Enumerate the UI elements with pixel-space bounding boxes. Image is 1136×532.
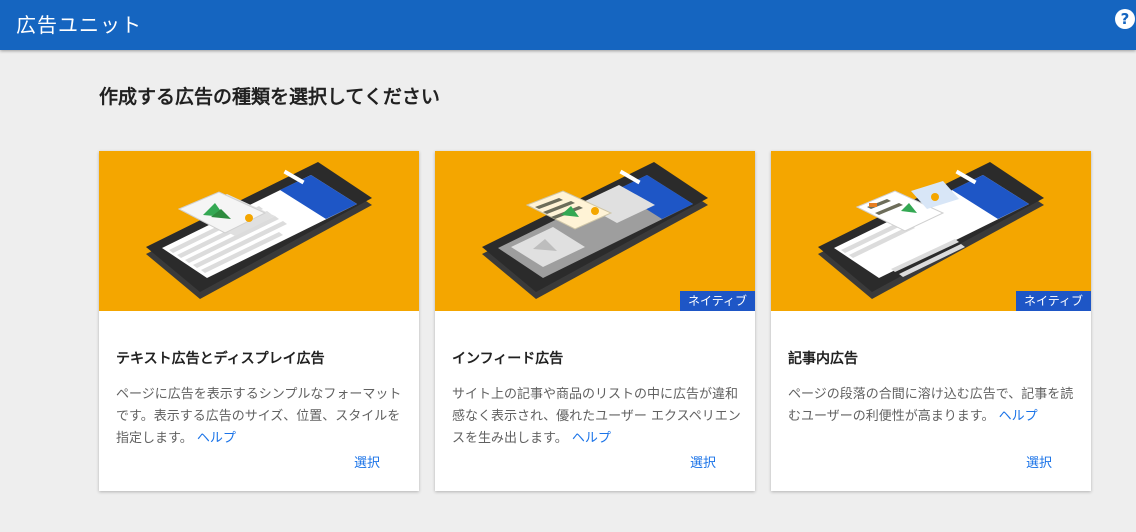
select-button[interactable]: 選択 [349, 452, 385, 471]
card-description: サイト上の記事や商品のリストの中に広告が違和感なく表示され、優れたユーザー エク… [452, 384, 742, 450]
phone-illustration [146, 162, 372, 299]
native-badge: ネイティブ [1015, 291, 1091, 311]
phone-illustration [818, 162, 1044, 299]
app-header: 広告ユニット ? [0, 0, 1136, 50]
card-description-text: ページに広告を表示するシンプルなフォーマットです。表示する広告のサイズ、位置、ス… [116, 387, 402, 446]
help-link[interactable]: ヘルプ [572, 431, 611, 446]
native-badge: ネイティブ [679, 291, 755, 311]
card-text-display-ads[interactable]: テキスト広告とディスプレイ広告 ページに広告を表示するシンプルなフォーマットです… [99, 151, 419, 491]
card-illustration: ネイティブ [771, 151, 1091, 311]
page-title: 作成する広告の種類を選択してください [99, 86, 440, 108]
phone-illustration [482, 162, 708, 299]
card-title: テキスト広告とディスプレイ広告 [116, 351, 325, 367]
card-illustration [99, 151, 419, 311]
card-title: インフィード広告 [452, 351, 564, 367]
select-button[interactable]: 選択 [1021, 452, 1057, 471]
card-infeed-ads[interactable]: ネイティブ インフィード広告 サイト上の記事や商品のリストの中に広告が違和感なく… [435, 151, 755, 491]
card-title: 記事内広告 [788, 351, 858, 367]
select-button[interactable]: 選択 [685, 452, 721, 471]
card-illustration: ネイティブ [435, 151, 755, 311]
help-link[interactable]: ヘルプ [999, 409, 1038, 424]
app-title: 広告ユニット [16, 13, 142, 37]
help-icon[interactable]: ? [1115, 9, 1135, 29]
card-description: ページの段落の合間に溶け込む広告で、記事を読むユーザーの利便性が高まります。 ヘ… [788, 384, 1078, 428]
help-link[interactable]: ヘルプ [197, 431, 236, 446]
card-in-article-ads[interactable]: ネイティブ 記事内広告 ページの段落の合間に溶け込む広告で、記事を読むユーザーの… [771, 151, 1091, 491]
card-description: ページに広告を表示するシンプルなフォーマットです。表示する広告のサイズ、位置、ス… [116, 384, 406, 450]
